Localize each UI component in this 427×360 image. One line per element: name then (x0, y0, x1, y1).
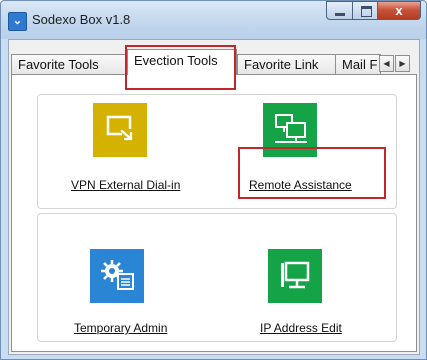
minimize-button[interactable] (326, 1, 353, 20)
tool-group-top: VPN External Dial-in Remote Assistance (37, 94, 397, 209)
evection-tools-panel: VPN External Dial-in Remote Assistance T… (11, 74, 417, 352)
tool-group-bottom: Temporary Admin IP Address Edit (37, 213, 397, 342)
app-window: ⌄ Sodexo Box v1.8 x Favorite Tools Evect… (0, 0, 427, 360)
tab-scroll-left-button[interactable]: ◀ (379, 55, 394, 72)
title-bar[interactable]: ⌄ Sodexo Box v1.8 x (1, 1, 426, 39)
tab-favorite-tools[interactable]: Favorite Tools (11, 54, 129, 74)
tab-strip: Favorite Tools Evection Tools Favorite L… (9, 40, 421, 75)
ip-address-edit-tile[interactable] (268, 249, 322, 303)
tab-scroll-right-button[interactable]: ▶ (395, 55, 410, 72)
remote-assistance-tile[interactable] (263, 103, 317, 157)
vpn-dial-in-tile[interactable] (93, 103, 147, 157)
tab-mail-f[interactable]: Mail F (335, 54, 381, 74)
temporary-admin-label[interactable]: Temporary Admin (74, 321, 167, 335)
remote-assistance-icon (263, 103, 317, 157)
maximize-button[interactable] (352, 1, 378, 20)
ip-address-edit-label[interactable]: IP Address Edit (260, 321, 342, 335)
minimize-icon (335, 13, 345, 16)
ip-monitor-icon (268, 249, 322, 303)
tab-evection-tools[interactable]: Evection Tools (127, 49, 237, 75)
remote-assistance-label[interactable]: Remote Assistance (249, 178, 352, 192)
app-icon: ⌄ (8, 12, 27, 31)
admin-settings-icon (90, 249, 144, 303)
window-title: Sodexo Box v1.8 (32, 12, 131, 27)
vpn-dial-in-label[interactable]: VPN External Dial-in (71, 178, 180, 192)
maximize-icon (361, 6, 372, 17)
client-area: Favorite Tools Evection Tools Favorite L… (8, 39, 420, 355)
temporary-admin-tile[interactable] (90, 249, 144, 303)
close-button[interactable]: x (377, 1, 421, 20)
tab-favorite-link[interactable]: Favorite Link (237, 54, 337, 74)
tab-scroll-arrows: ◀ ▶ (379, 55, 411, 72)
vpn-dialin-icon (93, 103, 147, 157)
